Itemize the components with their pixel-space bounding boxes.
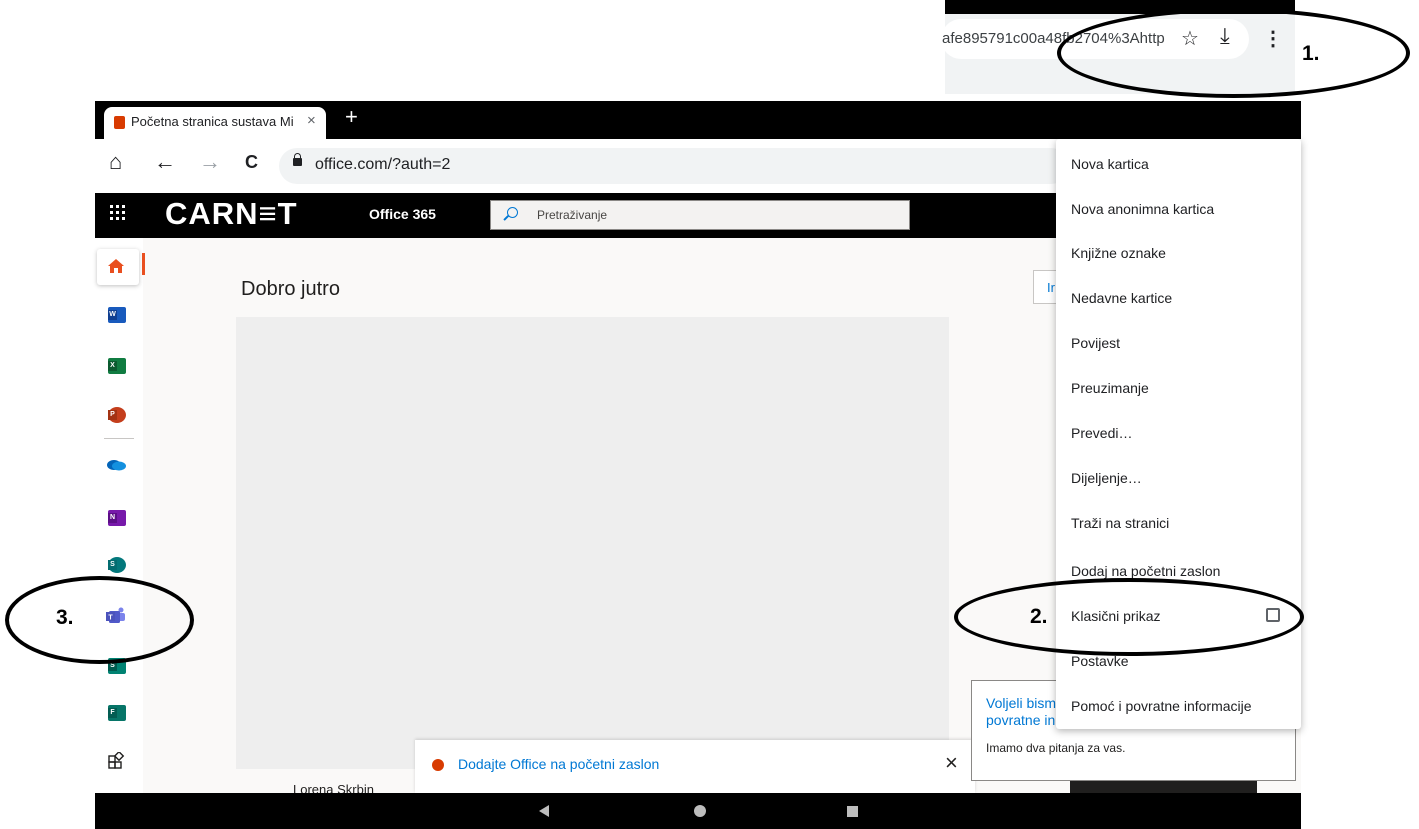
add-office-link[interactable]: Dodajte Office na početni zaslon: [458, 756, 659, 772]
tab-title: Početna stranica sustava Mi: [131, 114, 294, 129]
menu-item-find-in-page[interactable]: Traži na stranici: [1071, 515, 1169, 531]
onenote-icon[interactable]: N: [108, 510, 126, 526]
greeting-heading: Dobro jutro: [241, 278, 340, 300]
nav-home-icon[interactable]: [694, 805, 706, 817]
menu-item-history[interactable]: Povijest: [1071, 335, 1120, 351]
menu-item-downloads[interactable]: Preuzimanje: [1071, 380, 1149, 396]
url-text[interactable]: office.com/?auth=2: [315, 156, 450, 174]
rail-active-indicator: [142, 253, 145, 275]
annotation-ellipse-2: [954, 578, 1304, 656]
menu-item-translate[interactable]: Prevedi…: [1071, 425, 1132, 441]
search-icon: [507, 207, 518, 218]
menu-item-new-tab[interactable]: Nova kartica: [1071, 156, 1149, 172]
home-app-icon[interactable]: [108, 258, 124, 274]
annotation-ellipse-3: [5, 576, 194, 664]
reload-icon[interactable]: C: [245, 152, 258, 173]
feedback-submit-button[interactable]: [1070, 781, 1257, 793]
forward-icon[interactable]: →: [199, 149, 221, 175]
word-icon[interactable]: W: [108, 307, 126, 323]
menu-item-recent-tabs[interactable]: Nedavne kartice: [1071, 290, 1172, 306]
annotation-step-3: 3.: [56, 606, 74, 629]
search-placeholder: Pretraživanje: [537, 208, 608, 222]
app-launcher-icon[interactable]: [110, 205, 126, 221]
tab-close-icon[interactable]: ×: [307, 112, 316, 129]
menu-item-add-to-home[interactable]: Dodaj na početni zaslon: [1071, 563, 1220, 579]
office-favicon-icon: [114, 116, 125, 129]
menu-item-share[interactable]: Dijeljenje…: [1071, 470, 1142, 486]
browser-tab[interactable]: Početna stranica sustava Mi ×: [104, 107, 326, 139]
excel-icon[interactable]: X: [108, 358, 126, 374]
home-icon[interactable]: ⌂: [109, 149, 122, 175]
carnet-logo[interactable]: CARN≡T: [165, 196, 298, 232]
all-apps-icon[interactable]: [108, 752, 125, 769]
lock-icon: [293, 153, 302, 166]
menu-item-help-feedback[interactable]: Pomoć i povratne informacije: [1071, 698, 1252, 714]
nav-back-icon[interactable]: [539, 805, 549, 817]
back-icon[interactable]: ←: [154, 149, 176, 175]
annotation-ellipse-1: [1057, 8, 1410, 98]
office365-label[interactable]: Office 365: [369, 206, 436, 222]
powerpoint-icon[interactable]: P: [108, 407, 126, 423]
search-input[interactable]: Pretraživanje: [490, 200, 910, 230]
rail-divider: [104, 438, 134, 439]
hero-banner-placeholder: [236, 317, 949, 769]
sharepoint-icon[interactable]: S: [108, 557, 126, 573]
annotation-step-2: 2.: [1030, 605, 1048, 628]
annotation-step-1: 1.: [1302, 42, 1320, 65]
address-bar[interactable]: office.com/?auth=2: [279, 148, 1069, 184]
add-office-bar[interactable]: Dodajte Office na početni zaslon ×: [415, 740, 975, 793]
office-logo-icon: [432, 759, 444, 771]
recent-file-row[interactable]: Lorena Skrbin: [238, 780, 413, 794]
forms-icon[interactable]: F: [108, 705, 126, 721]
feedback-body: Imamo dva pitanja za vas.: [986, 741, 1126, 755]
nav-recents-icon[interactable]: [847, 806, 858, 817]
onedrive-icon[interactable]: [106, 458, 126, 471]
menu-item-bookmarks[interactable]: Knjižne oznake: [1071, 245, 1166, 261]
new-tab-button[interactable]: +: [345, 104, 358, 130]
close-icon[interactable]: ×: [945, 750, 958, 776]
menu-item-new-incognito-tab[interactable]: Nova anonimna kartica: [1071, 201, 1214, 217]
